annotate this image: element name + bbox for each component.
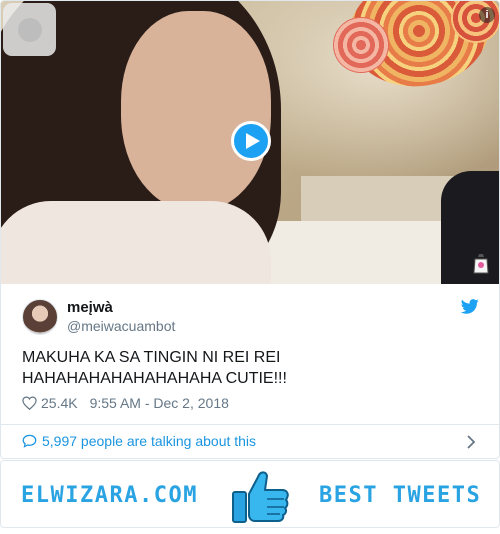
talking-text[interactable]: 5,997 people are talking about this xyxy=(42,433,256,449)
user-handle[interactable]: @meiwacuambot xyxy=(67,317,175,335)
promo-banner: ELWIZARA.COM BEST TWEETS xyxy=(0,460,500,528)
twitter-bird-icon[interactable] xyxy=(461,299,479,314)
info-icon[interactable]: i xyxy=(479,7,495,23)
conversation-link[interactable]: 5,997 people are talking about this xyxy=(22,433,256,449)
play-button[interactable] xyxy=(231,121,271,161)
gray-rounded-button[interactable] xyxy=(3,3,56,56)
divider xyxy=(1,424,499,425)
video-player[interactable]: i xyxy=(1,1,499,284)
info-glyph: i xyxy=(485,9,489,21)
person-shirt xyxy=(1,201,271,284)
tweet-author[interactable]: meįwà @meiwacuambot xyxy=(22,298,175,335)
display-name[interactable]: meįwà xyxy=(67,298,175,317)
tweet-meta: 25.4K 9:55 AM - Dec 2, 2018 xyxy=(22,395,229,411)
wall-decor xyxy=(333,17,389,73)
sticker-icon xyxy=(473,254,489,274)
thumbs-up-icon xyxy=(232,471,289,523)
speech-bubble-icon xyxy=(22,434,37,448)
play-icon xyxy=(245,133,260,149)
video-background xyxy=(441,171,499,284)
site-name[interactable]: ELWIZARA.COM xyxy=(21,483,198,508)
tweet-text-line: MAKUHA KA SA TINGIN NI REI REI xyxy=(22,349,281,366)
like-count[interactable]: 25.4K xyxy=(41,395,78,411)
timestamp[interactable]: 9:55 AM - Dec 2, 2018 xyxy=(90,395,229,411)
person-face xyxy=(121,11,271,211)
avatar[interactable] xyxy=(22,298,58,335)
circle-icon xyxy=(17,17,42,42)
embedded-tweet-card: i meįwà @meiwacuambot MAKUHA KA SA TINGI… xyxy=(0,0,500,459)
chevron-right-icon[interactable] xyxy=(467,435,475,449)
tagline: BEST TWEETS xyxy=(319,483,482,508)
tweet-text-line: HAHAHAHAHAHAHAHAHA CUTIE!!! xyxy=(22,370,287,387)
heart-icon[interactable] xyxy=(22,396,37,410)
tweet-text: MAKUHA KA SA TINGIN NI REI REI HAHAHAHAH… xyxy=(22,347,482,389)
